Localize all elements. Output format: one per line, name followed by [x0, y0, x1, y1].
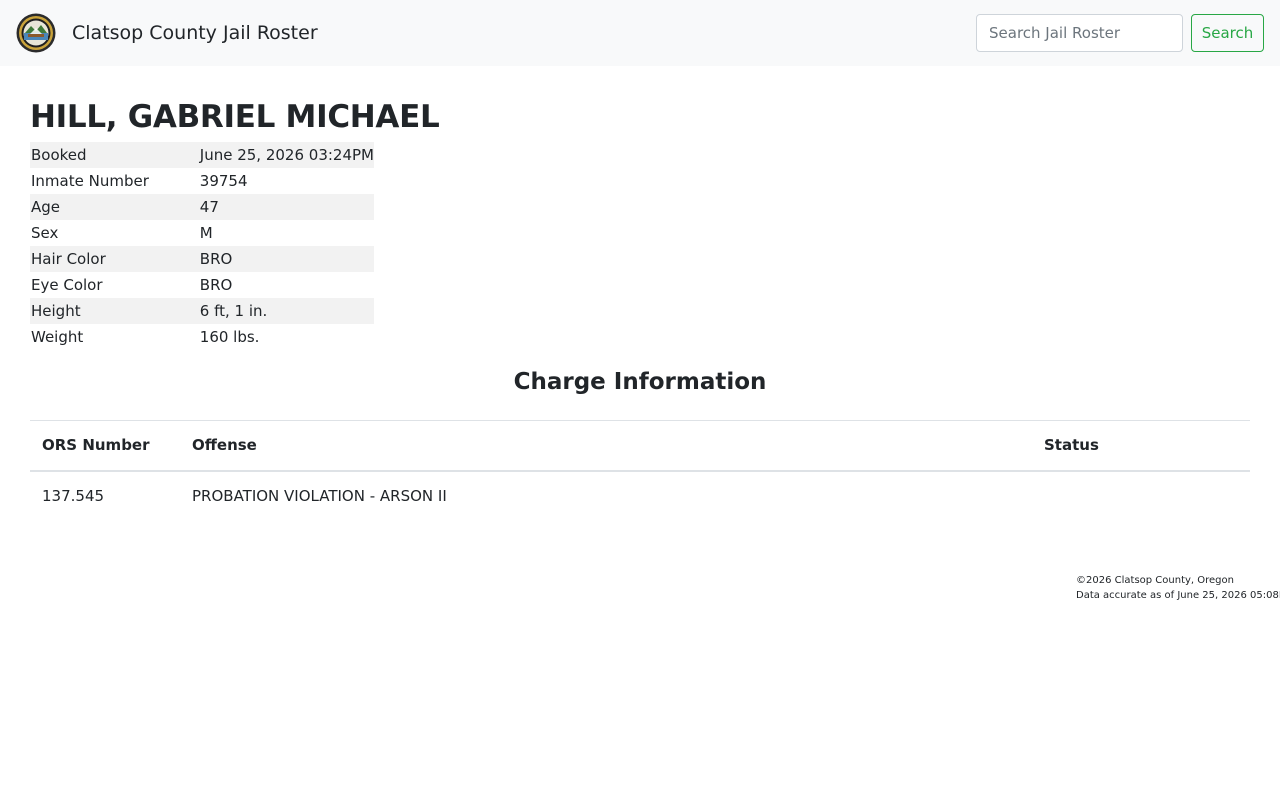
detail-label: Inmate Number: [31, 172, 149, 190]
detail-value: M: [199, 224, 213, 242]
inmate-name: HILL, GABRIEL MICHAEL: [30, 99, 440, 135]
navbar: Clatsop County Jail Roster Search: [0, 0, 1280, 66]
table-row: 137.545 PROBATION VIOLATION - ARSON II: [30, 471, 1250, 521]
detail-row-booked: Booked June 25, 2026 03:24PM: [30, 142, 374, 168]
column-header-offense: Offense: [180, 420, 1032, 472]
charges-table: ORS Number Offense Status 137.545 PROBAT…: [30, 420, 1250, 521]
county-seal-icon[interactable]: [16, 13, 56, 53]
detail-label: Sex: [31, 224, 59, 242]
ors-number-cell: 137.545: [42, 487, 105, 505]
detail-row-height: Height 6 ft, 1 in.: [30, 298, 374, 324]
detail-label: Booked: [30, 142, 199, 168]
copyright-text: ©2026 Clatsop County, Oregon: [1076, 575, 1234, 586]
search-button[interactable]: Search: [1191, 14, 1264, 52]
search-input[interactable]: [976, 14, 1183, 52]
detail-row-weight: Weight 160 lbs.: [30, 324, 374, 350]
detail-row-inmate-number: Inmate Number 39754: [30, 168, 374, 194]
detail-value: BRO: [199, 276, 233, 294]
footer: ©2026 Clatsop County, Oregon Data accura…: [1076, 573, 1280, 603]
offense-cell: PROBATION VIOLATION - ARSON II: [192, 487, 447, 505]
detail-row-sex: Sex M: [30, 220, 374, 246]
detail-label: Age: [30, 194, 199, 220]
detail-value: 160 lbs.: [199, 328, 260, 346]
detail-label: Weight: [31, 328, 84, 346]
status-cell: [1032, 471, 1250, 521]
detail-row-age: Age 47: [30, 194, 374, 220]
detail-value: BRO: [198, 246, 374, 272]
detail-value: June 25, 2026 03:24PM: [198, 142, 374, 168]
detail-row-eye-color: Eye Color BRO: [30, 272, 374, 298]
inmate-details-table: Booked June 25, 2026 03:24PM Inmate Numb…: [30, 142, 374, 350]
detail-label: Height: [30, 298, 199, 324]
brand-title[interactable]: Clatsop County Jail Roster: [72, 20, 318, 46]
detail-row-hair-color: Hair Color BRO: [30, 246, 374, 272]
detail-label: Eye Color: [31, 276, 103, 294]
column-header-status: Status: [1032, 420, 1250, 472]
data-accuracy-text: Data accurate as of June 25, 2026 05:08P…: [1076, 590, 1280, 601]
column-header-ors-number: ORS Number: [30, 420, 180, 472]
detail-value: 6 ft, 1 in.: [198, 298, 374, 324]
charge-information-heading: Charge Information: [513, 369, 767, 395]
charges-header-row: ORS Number Offense Status: [30, 420, 1250, 472]
detail-value: 39754: [199, 172, 248, 190]
detail-label: Hair Color: [30, 246, 199, 272]
detail-value: 47: [198, 194, 374, 220]
